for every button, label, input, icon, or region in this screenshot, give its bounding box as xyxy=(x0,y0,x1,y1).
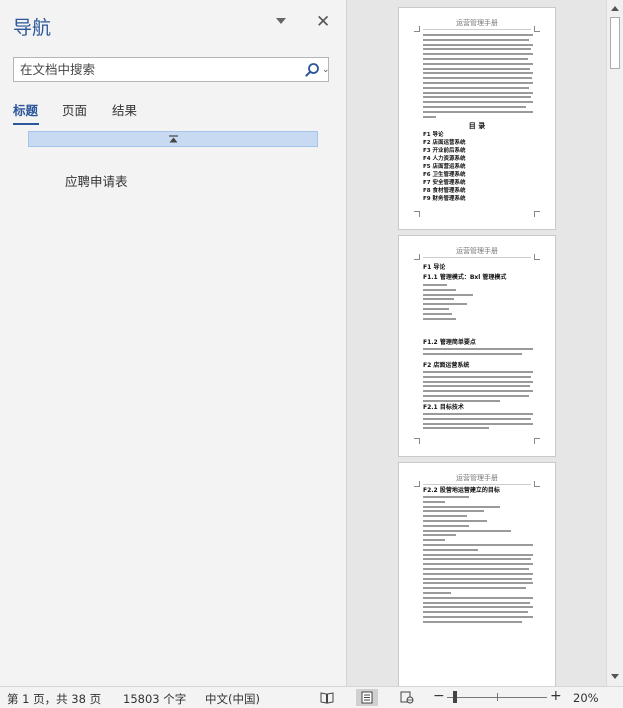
page-corner-mark xyxy=(414,438,420,444)
page-heading: F2 店面运营系统 xyxy=(423,362,470,369)
page-corner-mark xyxy=(534,438,540,444)
toc-entry: F6 卫生管理系统 xyxy=(423,172,466,178)
tab-headings[interactable]: 标题 xyxy=(13,100,38,119)
page-body-text xyxy=(423,496,533,626)
page-body-text xyxy=(423,284,533,322)
page-header-rule xyxy=(423,29,531,30)
word-count-status[interactable]: 15803 个字 xyxy=(123,691,186,707)
page-body-text xyxy=(423,34,533,120)
document-area[interactable]: 运营管理手册 目 录 F1 导论 F2 店面运营系统 F3 开业前后系统 F4 … xyxy=(348,0,606,686)
toc-entry: F5 店面营运系统 xyxy=(423,164,466,170)
active-tab-indicator xyxy=(13,123,39,125)
page-header-rule xyxy=(423,257,531,258)
page-header: 运营管理手册 xyxy=(456,247,498,255)
toc-entry: F3 开业前后系统 xyxy=(423,148,466,154)
toc-entry: F9 财务管理系统 xyxy=(423,196,466,202)
language-status[interactable]: 中文(中国) xyxy=(205,691,260,707)
toc-entry: F1 导论 xyxy=(423,132,444,138)
page-header-rule xyxy=(423,484,531,485)
page-body-text xyxy=(423,371,533,405)
vertical-scrollbar[interactable] xyxy=(606,0,623,686)
heading-item[interactable]: 应聘申请表 xyxy=(65,171,128,190)
navigation-pane: 导航 ✕ ⌄ 标题 页面 结果 应聘申请表 xyxy=(0,0,347,686)
read-mode-button[interactable] xyxy=(316,689,338,706)
page-corner-mark xyxy=(414,211,420,217)
pane-options-dropdown-icon[interactable] xyxy=(276,18,286,24)
tab-results[interactable]: 结果 xyxy=(112,100,137,119)
page-header: 运营管理手册 xyxy=(456,19,498,27)
page-thumbnail-3[interactable]: 运营管理手册 F2.2 股营地运营建立的目标 xyxy=(399,463,555,686)
search-icon[interactable] xyxy=(304,62,320,78)
zoom-slider-center-tick xyxy=(497,693,498,701)
collapse-up-icon xyxy=(169,135,178,143)
page-heading: F2.2 股营地运营建立的目标 xyxy=(423,487,500,494)
nav-pane-title: 导航 xyxy=(13,17,52,39)
page-header: 运营管理手册 xyxy=(456,474,498,482)
page-heading: F1.1 管理模式：Bxl 管理模式 xyxy=(423,274,507,281)
page-body-text xyxy=(423,348,533,358)
toc-title: 目 录 xyxy=(468,122,486,130)
collapse-all-headings-bar[interactable] xyxy=(28,131,318,147)
book-icon xyxy=(320,692,334,704)
page-heading: F1 导论 xyxy=(423,264,446,271)
toc-entry: F2 店面运营系统 xyxy=(423,140,466,146)
page-body-text xyxy=(423,413,533,432)
scroll-up-arrow-icon[interactable] xyxy=(611,6,619,11)
zoom-in-button[interactable]: + xyxy=(550,688,562,704)
web-layout-icon xyxy=(400,691,414,704)
search-options-chevron-icon[interactable]: ⌄ xyxy=(322,65,330,75)
page-thumbnail-1[interactable]: 运营管理手册 目 录 F1 导论 F2 店面运营系统 F3 开业前后系统 F4 … xyxy=(399,8,555,229)
tab-pages[interactable]: 页面 xyxy=(62,100,87,119)
toc-entry: F4 人力资源系统 xyxy=(423,156,466,162)
print-layout-icon xyxy=(361,691,373,704)
status-bar: 第 1 页，共 38 页 15803 个字 中文(中国) − + 20% xyxy=(0,686,623,708)
page-thumbnail-2[interactable]: 运营管理手册 F1 导论 F1.1 管理模式：Bxl 管理模式 F1.2 管理简… xyxy=(399,236,555,456)
zoom-level-status[interactable]: 20% xyxy=(573,691,599,705)
close-pane-icon[interactable]: ✕ xyxy=(316,12,330,32)
scroll-down-arrow-icon[interactable] xyxy=(611,674,619,679)
zoom-out-button[interactable]: − xyxy=(433,688,445,704)
page-heading: F1.2 管理简单要点 xyxy=(423,339,476,346)
page-corner-mark xyxy=(534,211,540,217)
page-heading: F2.1 目标技术 xyxy=(423,404,464,411)
search-box: ⌄ xyxy=(13,57,330,82)
zoom-slider-thumb[interactable] xyxy=(453,691,457,703)
search-input[interactable] xyxy=(14,58,298,81)
toc-entry: F7 安全管理系统 xyxy=(423,180,466,186)
scrollbar-thumb[interactable] xyxy=(610,17,620,69)
page-count-status[interactable]: 第 1 页，共 38 页 xyxy=(7,691,101,707)
print-layout-button[interactable] xyxy=(356,689,378,706)
web-layout-button[interactable] xyxy=(396,689,418,706)
toc-entry: F8 食材管理系统 xyxy=(423,188,466,194)
